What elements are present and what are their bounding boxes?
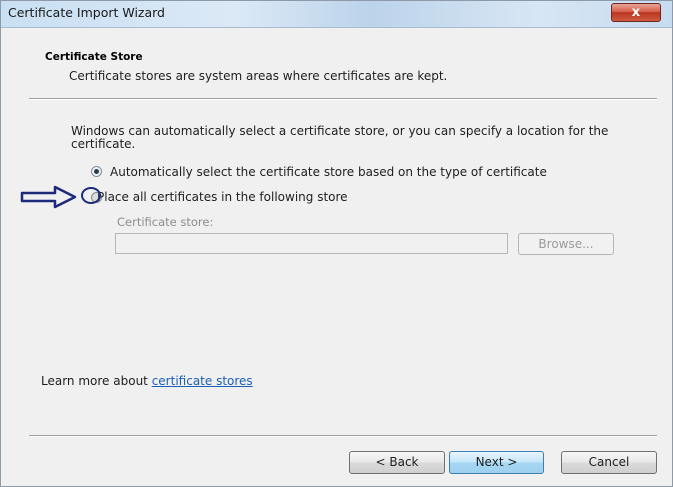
title-bar[interactable]: Certificate Import Wizard x — [1, 1, 672, 28]
radio-button-selected[interactable] — [91, 166, 102, 177]
next-button[interactable]: Next > — [449, 451, 544, 474]
footer-divider — [29, 435, 657, 437]
intro-text: Windows can automatically select a certi… — [71, 124, 609, 151]
right-arrow-icon — [20, 185, 77, 209]
learn-more-prefix: Learn more about — [41, 374, 152, 388]
page-description: Certificate stores are system areas wher… — [69, 69, 448, 83]
close-button[interactable]: x — [611, 3, 661, 22]
certificate-import-wizard-window: Certificate Import Wizard x Certificate … — [0, 0, 673, 487]
header-divider — [29, 98, 657, 100]
radio-auto-select-label[interactable]: Automatically select the certificate sto… — [110, 165, 547, 179]
certificate-store-label: Certificate store: — [117, 215, 214, 229]
certificate-store-field — [115, 233, 508, 254]
radio-place-in-store-label[interactable]: Place all certificates in the following … — [97, 190, 348, 204]
certificate-stores-link[interactable]: certificate stores — [152, 374, 253, 388]
close-icon: x — [631, 5, 641, 20]
browse-button: Browse... — [518, 233, 614, 255]
back-button[interactable]: < Back — [349, 451, 445, 474]
cancel-button[interactable]: Cancel — [561, 451, 657, 474]
window-title: Certificate Import Wizard — [8, 5, 165, 20]
highlight-circle — [81, 187, 101, 204]
page-title: Certificate Store — [45, 51, 143, 63]
learn-more-text: Learn more about certificate stores — [41, 374, 253, 388]
